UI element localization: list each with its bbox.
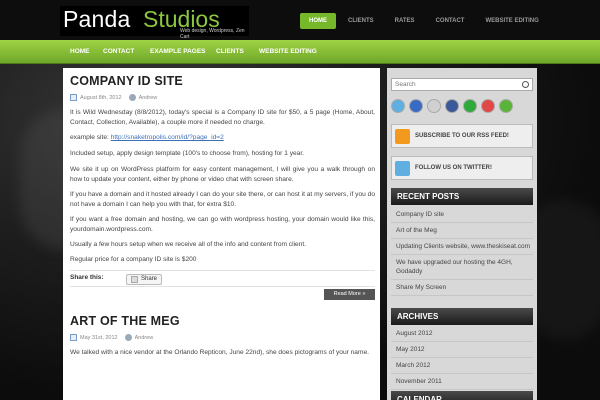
post-paragraph: We talked with a nice vendor at the Orla… [70,349,369,356]
post-date: August 8th, 2012 [80,94,122,101]
search-icon[interactable] [522,81,529,88]
recent-post-link[interactable]: Updating Clients website, www.theskiseat… [391,239,533,255]
social-icons [391,99,513,113]
search-input[interactable]: Search [391,78,533,91]
recent-post-link[interactable]: We have upgraded our hosting the 4GH, Go… [391,255,533,280]
facebook-icon[interactable] [445,99,459,113]
example-site-link[interactable]: http://snaketropolis.com/id/?page_id=2 [111,134,224,141]
logo-tagline: Web design, Wordpress, Zen Cart [180,28,245,40]
archives-heading: ARCHIVES [391,308,533,325]
site-header: Panda Studios Web design, Wordpress, Zen… [0,0,600,40]
rss-label: SUBSCRIBE TO OUR RSS FEED! [415,133,509,139]
share-label: Share this: [70,274,104,281]
favorite-icon[interactable] [481,99,495,113]
calendar-icon [70,334,77,341]
top-nav: HOME CLIENTS RATES CONTACT WEBSITE EDITI… [300,13,551,29]
post-meta: August 8th, 2012 Andrew [70,94,157,101]
archive-link[interactable]: November 2011 [391,374,533,390]
top-nav-rates[interactable]: RATES [386,13,424,29]
main-content: COMPANY ID SITE August 8th, 2012 Andrew … [63,68,380,400]
twitter-icon[interactable] [391,99,405,113]
share-icon [131,276,138,283]
divider [70,286,375,287]
share-button[interactable]: Share [126,274,163,285]
top-nav-clients[interactable]: CLIENTS [339,13,383,29]
recent-posts-list: Company ID site Art of the Meg Updating … [391,207,533,296]
post-paragraph: Usually a few hours setup when we receiv… [70,241,307,248]
digg-icon[interactable] [427,99,441,113]
example-label: example site: [70,134,111,141]
delicious-icon[interactable] [409,99,423,113]
post-paragraph: If you have a domain and it hosted alrea… [70,191,375,208]
twitter-bird-icon [395,161,410,176]
main-nav-website-editing[interactable]: WEBSITE EDITING [259,40,317,64]
stumbleupon-icon[interactable] [463,99,477,113]
recent-post-link[interactable]: Share My Screen [391,280,533,296]
calendar-icon [70,94,77,101]
twitter-label: FOLLOW US ON TWITTER! [415,165,492,171]
recent-post-link[interactable]: Company ID site [391,207,533,223]
post-title[interactable]: COMPANY ID SITE [70,74,183,88]
user-icon [128,94,136,101]
post-paragraph: example site: http://snaketropolis.com/i… [70,133,375,143]
main-nav-home[interactable]: HOME [70,40,90,64]
post-paragraph: Regular price for a company ID site is $… [70,256,197,263]
user-icon [124,334,132,341]
post-paragraph: We site it up on WordPress platform for … [70,166,375,183]
archives-list: August 2012 May 2012 March 2012 November… [391,326,533,390]
post-paragraph: Included setup, apply design template (1… [70,150,305,157]
post-meta: May 31st, 2012 Andrew [70,334,153,341]
top-nav-website-editing[interactable]: WEBSITE EDITING [476,13,547,29]
post-title[interactable]: ART OF THE MEG [70,314,180,328]
post-author[interactable]: Andrew [135,335,154,341]
rss-icon [395,129,410,144]
archive-link[interactable]: March 2012 [391,358,533,374]
main-nav: HOME CONTACT EXAMPLE PAGES CLIENTS WEBSI… [0,40,600,64]
calendar-heading: CALENDAR [391,391,533,400]
archive-link[interactable]: May 2012 [391,342,533,358]
recent-posts-heading: RECENT POSTS [391,188,533,205]
post-paragraph: If you want a free domain and hosting, w… [70,216,375,233]
main-nav-example-pages[interactable]: EXAMPLE PAGES [150,40,206,64]
archive-link[interactable]: August 2012 [391,326,533,342]
divider [70,270,375,271]
site-logo[interactable]: Panda Studios Web design, Wordpress, Zen… [60,6,249,40]
twitter-follow-box[interactable]: FOLLOW US ON TWITTER! [391,156,533,180]
main-nav-clients[interactable]: CLIENTS [216,40,244,64]
top-nav-contact[interactable]: CONTACT [427,13,474,29]
post-paragraph: It is Wild Wednesday (8/8/2012), today's… [70,109,375,126]
sidebar: Search SUBSCRIBE TO OUR RSS FEED! FOLLOW… [387,68,537,400]
main-nav-contact[interactable]: CONTACT [103,40,134,64]
share-button-label: Share [141,276,158,282]
add-icon[interactable] [499,99,513,113]
logo-panda-text: Panda [63,6,131,32]
post-date: May 31st, 2012 [80,334,118,341]
top-nav-home[interactable]: HOME [300,13,336,29]
read-more-button[interactable]: Read More » [324,289,375,300]
recent-post-link[interactable]: Art of the Meg [391,223,533,239]
rss-subscribe-box[interactable]: SUBSCRIBE TO OUR RSS FEED! [391,124,533,148]
post-author[interactable]: Andrew [139,95,158,101]
share-row: Share this: Share [70,274,375,286]
